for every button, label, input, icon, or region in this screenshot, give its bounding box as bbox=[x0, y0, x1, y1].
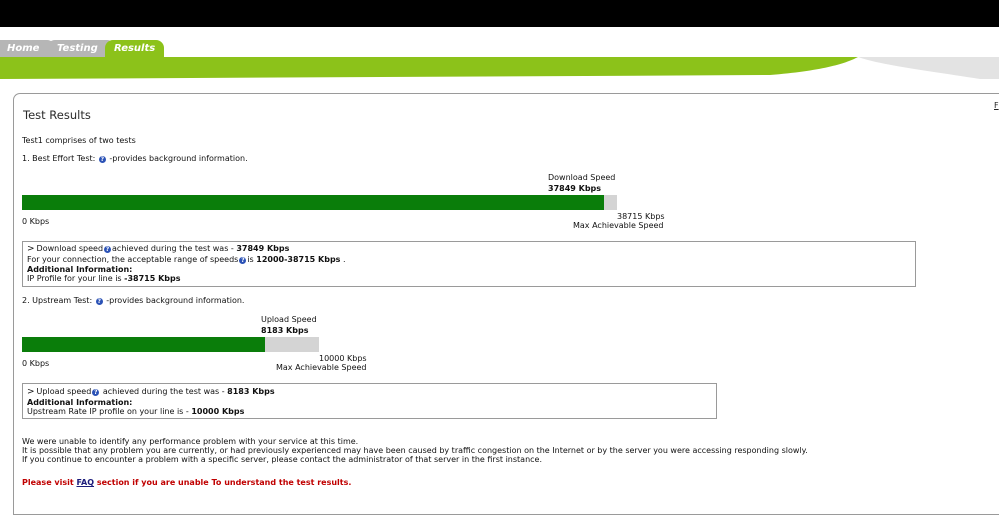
corner-link[interactable]: F bbox=[994, 101, 999, 110]
test1-heading: 1. Best Effort Test: ? -provides backgro… bbox=[22, 154, 248, 163]
upload-info-line1: > Upload speed? achieved during the test … bbox=[27, 387, 275, 397]
download-info-line2-value: 12000-38715 Kbps bbox=[256, 255, 341, 264]
test1-heading-suffix: -provides background information. bbox=[106, 154, 248, 163]
upload-speed-label: Upload Speed bbox=[261, 315, 317, 324]
expand-arrow-icon[interactable]: > bbox=[27, 387, 35, 397]
page-title: Test Results bbox=[23, 108, 91, 122]
download-info-line2-b: is bbox=[247, 255, 257, 264]
download-info-line2-end: . bbox=[340, 255, 346, 264]
header-swoosh bbox=[0, 57, 999, 79]
top-black-bar bbox=[0, 0, 999, 27]
download-info-line1: > Download speed? achieved during the test… bbox=[27, 244, 289, 254]
upload-info-line1-b: achieved during the test was - bbox=[100, 387, 228, 396]
download-info-line2: For your connection, the acceptable rang… bbox=[27, 255, 346, 264]
download-max-value: 38715 Kbps bbox=[617, 212, 665, 221]
download-additional-info: Additional Information: bbox=[27, 265, 133, 274]
download-speed-bar-fill bbox=[22, 195, 604, 210]
upload-info-line3-a: Upstream Rate IP profile on your line is… bbox=[27, 407, 192, 416]
download-info-line4: IP Profile for your line is -38715 Kbps bbox=[27, 274, 181, 283]
help-icon[interactable]: ? bbox=[95, 298, 103, 305]
upload-info-line3: Upstream Rate IP profile on your line is… bbox=[27, 407, 244, 416]
help-icon[interactable]: ? bbox=[239, 257, 247, 264]
upload-info-line1-a: Upload speed bbox=[36, 387, 92, 396]
download-min-label: 0 Kbps bbox=[22, 217, 50, 226]
download-max-label: Max Achievable Speed bbox=[573, 221, 664, 230]
download-info-line1-a: Download speed bbox=[36, 244, 104, 253]
download-info-line1-value: 37849 Kbps bbox=[236, 244, 290, 253]
download-speed-label: Download Speed bbox=[548, 173, 616, 182]
summary-line1: We were unable to identify any performan… bbox=[22, 437, 359, 446]
intro-text: Test1 comprises of two tests bbox=[22, 136, 136, 145]
download-info-line1-b: achieved during the test was - bbox=[112, 244, 237, 253]
upload-info-line1-value: 8183 Kbps bbox=[227, 387, 275, 396]
tab-results[interactable]: Results bbox=[105, 40, 164, 57]
upload-info-line3-value: 10000 Kbps bbox=[191, 407, 245, 416]
upload-speed-bar bbox=[22, 337, 319, 352]
upload-max-label: Max Achievable Speed bbox=[276, 363, 367, 372]
download-info-line2-a: For your connection, the acceptable rang… bbox=[27, 255, 239, 264]
expand-arrow-icon[interactable]: > bbox=[27, 244, 35, 254]
download-speed-bar bbox=[22, 195, 617, 210]
upload-max-value: 10000 Kbps bbox=[319, 354, 367, 363]
test1-heading-label: 1. Best Effort Test: bbox=[22, 154, 96, 163]
help-icon[interactable]: ? bbox=[92, 389, 100, 396]
faq-note-prefix: Please visit bbox=[22, 478, 77, 487]
test2-heading-label: 2. Upstream Test: bbox=[22, 296, 93, 305]
upload-min-label: 0 Kbps bbox=[22, 359, 50, 368]
test2-heading-suffix: -provides background information. bbox=[103, 296, 245, 305]
upload-speed-value: 8183 Kbps bbox=[261, 326, 309, 335]
help-icon[interactable]: ? bbox=[98, 156, 106, 163]
download-info-line4-value: -38715 Kbps bbox=[124, 274, 181, 283]
faq-link[interactable]: FAQ bbox=[76, 478, 94, 487]
test2-heading: 2. Upstream Test: ? -provides background… bbox=[22, 296, 244, 305]
upload-additional-info: Additional Information: bbox=[27, 398, 133, 407]
upload-speed-bar-fill bbox=[22, 337, 265, 352]
download-info-line4-a: IP Profile for your line is bbox=[27, 274, 125, 283]
help-icon[interactable]: ? bbox=[104, 246, 112, 253]
summary-line2: It is possible that any problem you are … bbox=[22, 446, 808, 455]
summary-line3: If you continue to encounter a problem w… bbox=[22, 455, 542, 464]
download-speed-value: 37849 Kbps bbox=[548, 184, 602, 193]
faq-note-suffix: section if you are unable To understand … bbox=[94, 478, 352, 487]
faq-note: Please visit FAQ section if you are unab… bbox=[22, 478, 351, 487]
